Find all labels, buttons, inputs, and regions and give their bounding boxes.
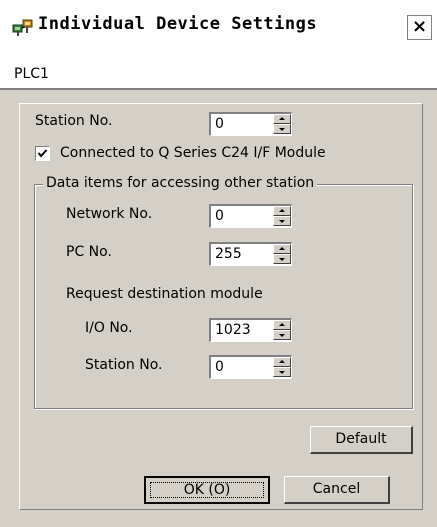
- q-series-checkbox[interactable]: [35, 146, 50, 161]
- io-no-value[interactable]: 1023: [215, 322, 251, 338]
- close-icon: ×: [411, 16, 428, 37]
- ok-button[interactable]: OK (O): [144, 476, 270, 504]
- io-no-spinner[interactable]: 1023: [209, 318, 292, 342]
- default-button-label: Default: [335, 431, 387, 447]
- default-button[interactable]: Default: [310, 426, 413, 454]
- pc-no-down-button[interactable]: [273, 254, 291, 264]
- station-no-label: Station No.: [35, 113, 113, 129]
- cancel-button[interactable]: Cancel: [284, 476, 390, 504]
- arrow-up-icon: [279, 117, 285, 120]
- network-no-value[interactable]: 0: [215, 208, 224, 224]
- pc-no-spinner[interactable]: 255: [209, 242, 292, 266]
- pc-no-label: PC No.: [66, 244, 112, 260]
- window-title: Individual Device Settings: [38, 14, 318, 34]
- q-series-label[interactable]: Connected to Q Series C24 I/F Module: [60, 145, 326, 161]
- dest-station-no-up-button[interactable]: [273, 357, 291, 367]
- other-station-group-legend: Data items for accessing other station: [43, 175, 318, 191]
- arrow-down-icon: [279, 258, 285, 261]
- arrow-up-icon: [279, 209, 285, 212]
- title-bar: Individual Device Settings ×: [0, 0, 437, 60]
- close-button[interactable]: ×: [407, 15, 432, 40]
- network-devices-icon: [12, 16, 34, 38]
- io-no-label: I/O No.: [85, 320, 133, 336]
- individual-device-settings-dialog: Individual Device Settings × PLC1 Statio…: [0, 0, 437, 527]
- arrow-down-icon: [279, 371, 285, 374]
- station-no-spinner[interactable]: 0: [209, 112, 292, 136]
- arrow-down-icon: [279, 128, 285, 131]
- dest-station-no-value[interactable]: 0: [215, 359, 224, 375]
- arrow-up-icon: [279, 360, 285, 363]
- station-no-up-button[interactable]: [273, 114, 291, 124]
- station-no-value[interactable]: 0: [215, 116, 224, 132]
- checkmark-icon: [37, 149, 48, 158]
- arrow-up-icon: [279, 323, 285, 326]
- io-no-up-button[interactable]: [273, 320, 291, 330]
- arrow-down-icon: [279, 220, 285, 223]
- request-destination-label: Request destination module: [66, 286, 263, 302]
- network-no-label: Network No.: [66, 206, 153, 222]
- arrow-up-icon: [279, 247, 285, 250]
- device-name: PLC1: [14, 66, 49, 82]
- io-no-down-button[interactable]: [273, 330, 291, 340]
- network-no-spinner[interactable]: 0: [209, 204, 292, 228]
- network-no-up-button[interactable]: [273, 206, 291, 216]
- pc-no-value[interactable]: 255: [215, 246, 242, 262]
- arrow-down-icon: [279, 334, 285, 337]
- pc-no-up-button[interactable]: [273, 244, 291, 254]
- network-no-down-button[interactable]: [273, 216, 291, 226]
- cancel-button-label: Cancel: [312, 481, 361, 497]
- dest-station-no-label: Station No.: [85, 357, 163, 373]
- dest-station-no-spinner[interactable]: 0: [209, 355, 292, 379]
- device-name-bar: [0, 60, 437, 90]
- dest-station-no-down-button[interactable]: [273, 367, 291, 377]
- station-no-down-button[interactable]: [273, 124, 291, 134]
- focus-ring: [150, 482, 264, 498]
